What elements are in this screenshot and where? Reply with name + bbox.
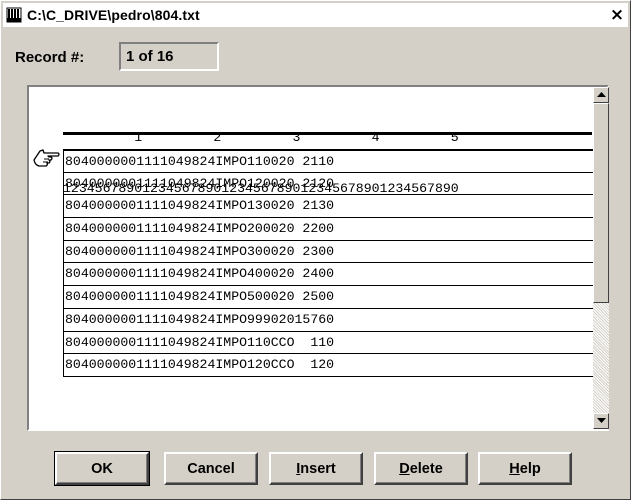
delete-label: elete bbox=[409, 460, 443, 477]
record-row[interactable]: 8040000001111049824IMPO110020 2110 bbox=[64, 150, 593, 173]
help-button[interactable]: Help bbox=[478, 452, 572, 485]
arrow-down-icon[interactable] bbox=[593, 413, 609, 429]
record-row[interactable]: 8040000001111049824IMPO200020 2200 bbox=[64, 218, 593, 241]
delete-mnemonic: D bbox=[399, 460, 410, 477]
arrow-up-icon[interactable] bbox=[593, 87, 609, 103]
ok-button[interactable]: OK bbox=[54, 451, 150, 486]
cancel-button[interactable]: Cancel bbox=[164, 452, 258, 485]
insert-label: nsert bbox=[300, 460, 336, 477]
help-label: elp bbox=[519, 460, 541, 477]
record-number-field: 1 of 16 bbox=[119, 42, 219, 71]
record-number-label: Record #: bbox=[15, 49, 85, 66]
insert-button[interactable]: Insert bbox=[269, 452, 363, 485]
title-bar[interactable]: C:\C_DRIVE\pedro\804.txt × bbox=[3, 3, 628, 27]
record-list-panel: 1 2 3 4 5 123456789012345678901234567890… bbox=[27, 85, 609, 431]
record-row[interactable]: 8040000001111049824IMPO400020 2400 bbox=[64, 263, 593, 287]
help-mnemonic: H bbox=[509, 460, 520, 477]
record-row[interactable]: 8040000001111049824IMPO120CCO 120 bbox=[64, 354, 593, 377]
record-row[interactable]: 8040000001111049824IMPO300020 2300 bbox=[64, 241, 593, 264]
dialog-window: C:\C_DRIVE\pedro\804.txt × Record #: 1 o… bbox=[0, 0, 631, 500]
delete-button[interactable]: Delete bbox=[374, 452, 468, 485]
close-icon[interactable]: × bbox=[606, 3, 628, 27]
pointing-hand-icon bbox=[32, 146, 62, 168]
record-row[interactable]: 8040000001111049824IMPO99902015760 bbox=[64, 309, 593, 332]
vertical-scrollbar[interactable] bbox=[593, 87, 609, 429]
record-row[interactable]: 8040000001111049824IMPO500020 2500 bbox=[64, 286, 593, 309]
record-row[interactable]: 8040000001111049824IMPO120020 2120 bbox=[64, 173, 593, 196]
record-list-content: 1 2 3 4 5 123456789012345678901234567890… bbox=[29, 87, 593, 429]
window-title: C:\C_DRIVE\pedro\804.txt bbox=[27, 7, 200, 23]
record-list: 8040000001111049824IMPO110020 2110 804000… bbox=[63, 149, 593, 377]
record-row[interactable]: 8040000001111049824IMPO130020 2130 bbox=[64, 195, 593, 219]
ruler-divider bbox=[63, 132, 592, 135]
record-row[interactable]: 8040000001111049824IMPO110CCO 110 bbox=[64, 332, 593, 355]
scroll-thumb[interactable] bbox=[593, 103, 609, 303]
document-app-icon bbox=[6, 7, 22, 23]
